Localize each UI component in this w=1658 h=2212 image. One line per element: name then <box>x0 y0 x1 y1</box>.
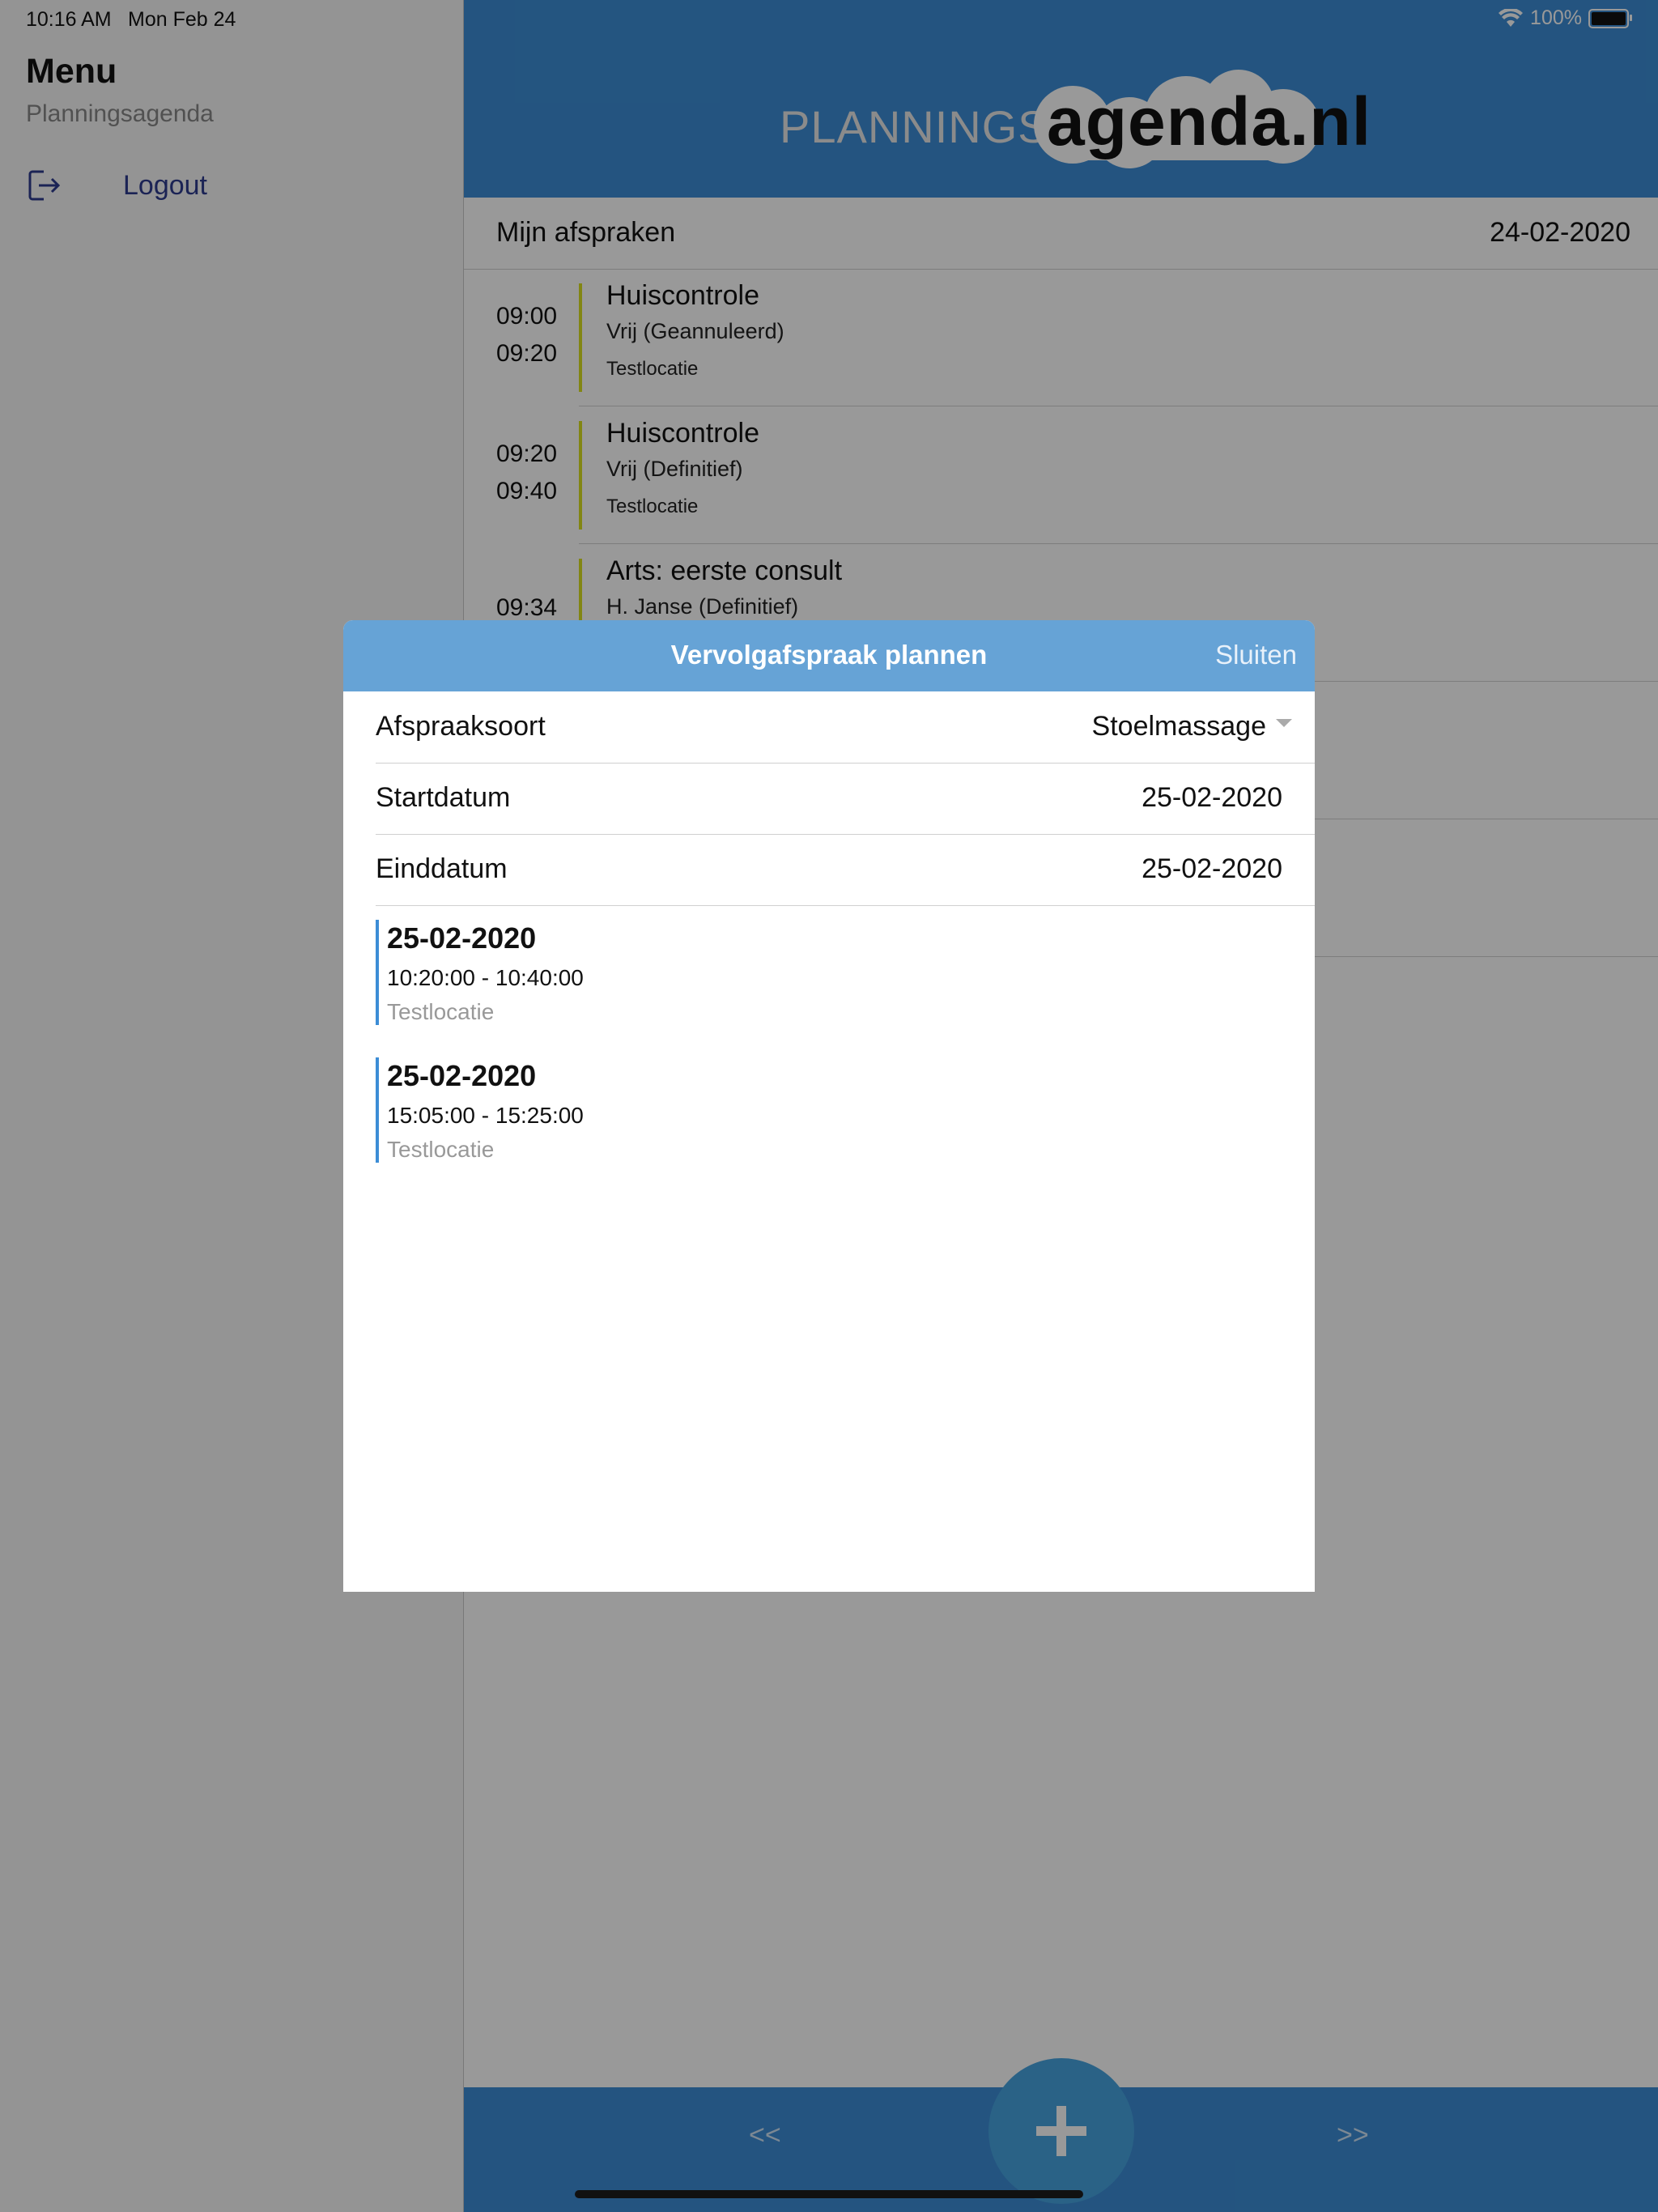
appointment-type-value: Stoelmassage <box>1092 711 1292 742</box>
slot-date: 25-02-2020 <box>387 1059 537 1092</box>
appointment-type-select[interactable]: Afspraaksoort Stoelmassage <box>376 691 1315 764</box>
home-indicator <box>575 2190 1083 2198</box>
start-date-label: Startdatum <box>376 782 511 813</box>
slot-time: 15:05:00 - 15:25:00 <box>387 1103 584 1128</box>
modal-header: Vervolgafspraak plannen Sluiten <box>343 620 1315 691</box>
end-date-value: 25-02-2020 <box>1141 853 1282 884</box>
time-slot-item[interactable]: 25-02-2020 15:05:00 - 15:25:00 Testlocat… <box>376 1057 1282 1163</box>
start-date-field[interactable]: Startdatum 25-02-2020 <box>376 763 1315 835</box>
slot-time: 10:20:00 - 10:40:00 <box>387 965 584 990</box>
close-button[interactable]: Sluiten <box>1215 640 1297 670</box>
slot-location: Testlocatie <box>387 999 495 1024</box>
appointment-type-label: Afspraaksoort <box>376 711 546 742</box>
start-date-value: 25-02-2020 <box>1141 782 1282 813</box>
slot-accent-bar <box>376 1057 379 1163</box>
slot-location: Testlocatie <box>387 1137 495 1162</box>
slot-accent-bar <box>376 920 379 1025</box>
slot-date: 25-02-2020 <box>387 921 537 955</box>
appointment-type-text: Stoelmassage <box>1091 711 1266 742</box>
chevron-down-icon <box>1276 719 1292 728</box>
end-date-label: Einddatum <box>376 853 508 884</box>
time-slot-item[interactable]: 25-02-2020 10:20:00 - 10:40:00 Testlocat… <box>376 920 1282 1025</box>
modal-title: Vervolgafspraak plannen <box>670 640 988 670</box>
end-date-field[interactable]: Einddatum 25-02-2020 <box>376 834 1315 906</box>
follow-up-modal: Vervolgafspraak plannen Sluiten Afspraak… <box>343 620 1315 1592</box>
